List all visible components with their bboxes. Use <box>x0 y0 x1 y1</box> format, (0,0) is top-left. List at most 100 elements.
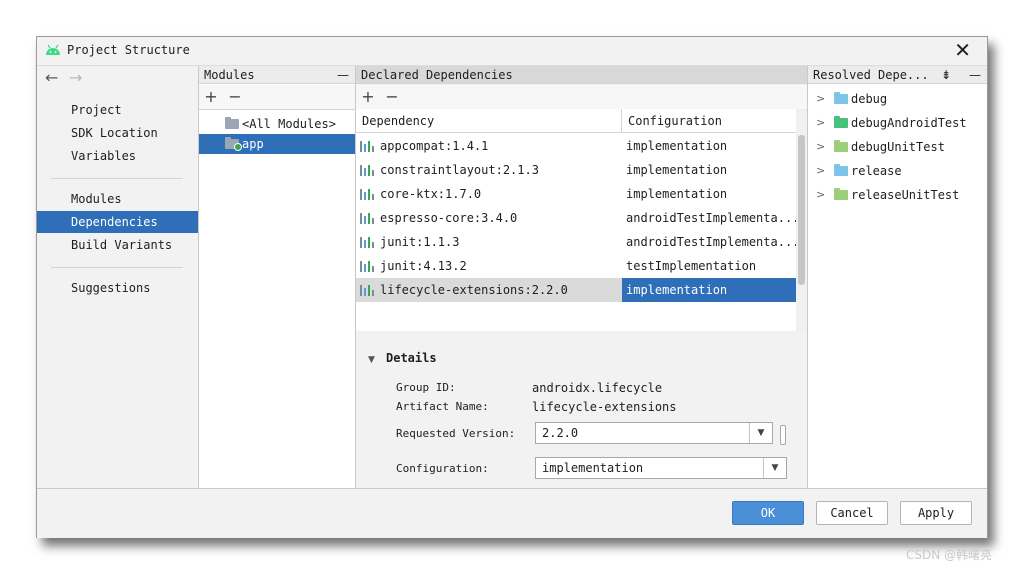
collapse-icon[interactable]: — <box>969 66 981 84</box>
dependency-row[interactable]: espresso-core:3.4.0 androidTestImplementa… <box>356 206 796 230</box>
artifact-name-label: Artifact Name: <box>396 400 489 413</box>
resolved-variant-label: release <box>851 164 902 178</box>
library-icon <box>360 213 374 224</box>
resolved-variant-label: debugAndroidTest <box>851 116 967 130</box>
resolved-header-label: Resolved Depe... <box>813 68 929 82</box>
collapse-icon[interactable]: — <box>337 66 349 84</box>
library-icon <box>360 237 374 248</box>
dependency-row[interactable]: appcompat:1.4.1 implementation <box>356 134 796 158</box>
dependency-scrollbar[interactable] <box>796 109 806 331</box>
dependency-table: Dependency Configuration appcompat:1.4.1… <box>356 109 796 331</box>
remove-dependency-icon[interactable]: − <box>380 85 404 109</box>
nav-item-dependencies[interactable]: Dependencies <box>37 211 198 233</box>
group-id-value: androidx.lifecycle <box>532 381 663 395</box>
nav-item-variables[interactable]: Variables <box>37 145 198 167</box>
chevron-right-icon[interactable]: > <box>816 87 825 111</box>
resolved-variant-item[interactable]: > releaseUnitTest <box>808 183 987 207</box>
folder-icon <box>834 116 848 128</box>
chevron-right-icon[interactable]: > <box>816 111 825 135</box>
project-structure-dialog: Project Structure ✕ ← → Project SDK Locat… <box>36 36 988 538</box>
resolved-variant-label: debugUnitTest <box>851 140 945 154</box>
declared-header: Declared Dependencies <box>356 66 807 84</box>
android-icon <box>46 44 60 55</box>
column-header-configuration[interactable]: Configuration <box>622 109 796 133</box>
nav-item-modules[interactable]: Modules <box>37 188 198 210</box>
dependency-name: lifecycle-extensions:2.2.0 <box>380 283 568 297</box>
column-header-dependency[interactable]: Dependency <box>356 109 622 133</box>
close-icon[interactable]: ✕ <box>954 39 971 61</box>
nav-item-build-variants[interactable]: Build Variants <box>37 234 198 256</box>
module-label: <All Modules> <box>242 117 336 131</box>
modules-panel: Modules — + − <All Modules> app <box>199 66 356 488</box>
dependency-row[interactable]: junit:1.1.3 androidTestImplementa... <box>356 230 796 254</box>
collapse-triangle-icon: ▼ <box>368 355 375 365</box>
resolved-variant-item[interactable]: > release <box>808 159 987 183</box>
nav-item-project[interactable]: Project <box>37 99 198 121</box>
library-icon <box>360 165 374 176</box>
remove-icon[interactable]: − <box>223 85 247 109</box>
version-extra-button[interactable] <box>780 425 786 445</box>
requested-version-label: Requested Version: <box>396 427 516 440</box>
resolved-variant-item[interactable]: > debugUnitTest <box>808 135 987 159</box>
title-bar: Project Structure ✕ <box>37 37 987 66</box>
details-title: Details <box>386 351 437 365</box>
folder-icon <box>834 140 848 152</box>
add-icon[interactable]: + <box>199 85 223 109</box>
dropdown-arrow-icon[interactable]: ▼ <box>749 423 772 443</box>
dependency-configuration: implementation <box>622 278 796 302</box>
modules-header-label: Modules <box>204 68 255 82</box>
requested-version-value: 2.2.0 <box>542 426 579 440</box>
scroll-thumb[interactable] <box>798 135 805 285</box>
dependency-configuration: implementation <box>626 163 728 177</box>
nav-divider <box>51 267 183 268</box>
dropdown-arrow-icon[interactable]: ▼ <box>763 458 786 478</box>
dependency-configuration: androidTestImplementa... <box>626 235 796 249</box>
apply-button[interactable]: Apply <box>900 501 972 525</box>
configuration-value: implementation <box>542 461 644 475</box>
dependency-row[interactable]: core-ktx:1.7.0 implementation <box>356 182 796 206</box>
requested-version-combo[interactable]: 2.2.0 ▼ <box>535 422 773 444</box>
dependency-configuration: testImplementation <box>626 259 757 273</box>
group-id-label: Group ID: <box>396 381 456 394</box>
dialog-footer: OK Cancel Apply <box>37 488 987 538</box>
dependency-row[interactable]: lifecycle-extensions:2.2.0 implementation <box>356 278 796 302</box>
chevron-right-icon[interactable]: > <box>816 135 825 159</box>
resolved-variant-label: releaseUnitTest <box>851 188 960 202</box>
dependency-row[interactable]: constraintlayout:2.1.3 implementation <box>356 158 796 182</box>
resolved-variant-label: debug <box>851 92 888 106</box>
modules-header: Modules — <box>199 66 355 84</box>
folder-icon <box>834 188 848 200</box>
dependency-row[interactable]: junit:4.13.2 testImplementation <box>356 254 796 278</box>
module-folder-icon <box>225 117 239 129</box>
nav-divider <box>51 178 183 179</box>
resolved-variant-item[interactable]: > debugAndroidTest <box>808 111 987 135</box>
modules-toolbar: + − <box>199 85 355 110</box>
library-icon <box>360 141 374 152</box>
sort-icon[interactable]: ⇟ <box>941 66 951 84</box>
chevron-right-icon[interactable]: > <box>816 183 825 207</box>
back-arrow-icon[interactable]: ← <box>45 68 69 87</box>
add-dependency-icon[interactable]: + <box>356 85 380 109</box>
dependency-name: junit:4.13.2 <box>380 259 467 273</box>
left-nav: ← → Project SDK Location Variables Module… <box>37 66 199 488</box>
resolved-variant-item[interactable]: > debug <box>808 87 987 111</box>
chevron-right-icon[interactable]: > <box>816 159 825 183</box>
dependency-configuration: implementation <box>626 139 728 153</box>
folder-icon <box>834 92 848 104</box>
nav-item-suggestions[interactable]: Suggestions <box>37 277 198 299</box>
resolved-header: Resolved Depe... ⇟ — <box>808 66 987 84</box>
dependency-configuration: implementation <box>626 187 728 201</box>
forward-arrow-icon[interactable]: → <box>69 68 93 87</box>
declared-toolbar: + − <box>356 85 807 110</box>
dependency-name: appcompat:1.4.1 <box>380 139 489 153</box>
cancel-button[interactable]: Cancel <box>816 501 888 525</box>
dependency-configuration: androidTestImplementa... <box>626 211 796 225</box>
nav-item-sdk-location[interactable]: SDK Location <box>37 122 198 144</box>
configuration-combo[interactable]: implementation ▼ <box>535 457 787 479</box>
library-icon <box>360 189 374 200</box>
ok-button[interactable]: OK <box>732 501 804 525</box>
module-item-app[interactable]: app <box>199 134 355 154</box>
details-section-toggle[interactable]: ▼ Details <box>368 351 437 365</box>
declared-header-label: Declared Dependencies <box>361 68 513 82</box>
module-item-all[interactable]: <All Modules> <box>199 114 355 134</box>
